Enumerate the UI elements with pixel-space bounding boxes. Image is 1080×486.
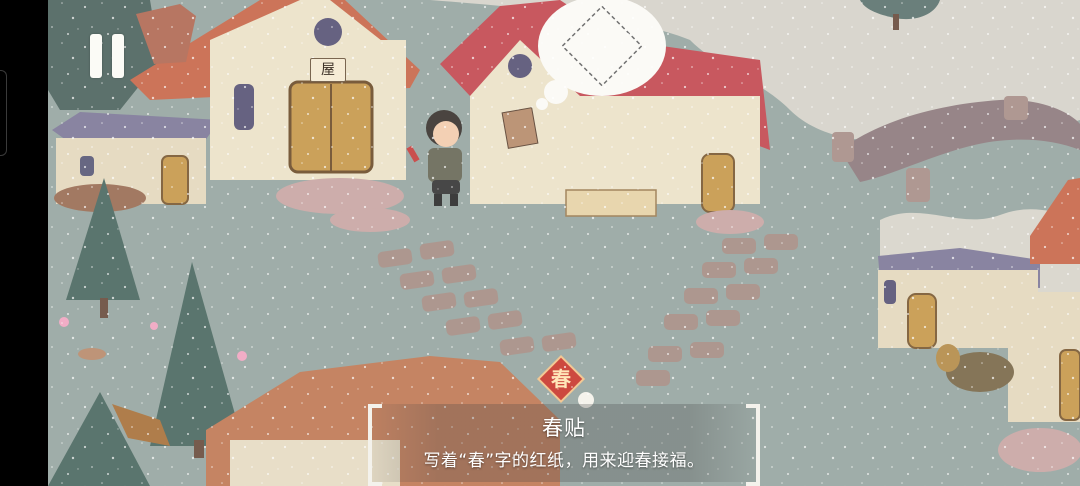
pause-icon-bar (112, 34, 124, 78)
item-icon-glyph: 春 (551, 367, 571, 391)
item-tooltip: 春贴 写着“春”字的红纸，用来迎春接福。 (368, 404, 760, 486)
pause-button[interactable] (86, 30, 134, 82)
item-name: 春贴 (542, 416, 586, 440)
pause-icon (90, 34, 102, 78)
item-description: 写着“春”字的红纸，用来迎春接福。 (423, 451, 705, 471)
house-sign: 屋 (310, 58, 346, 82)
device-left-bezel (0, 0, 48, 486)
bezel-notch (0, 70, 7, 156)
